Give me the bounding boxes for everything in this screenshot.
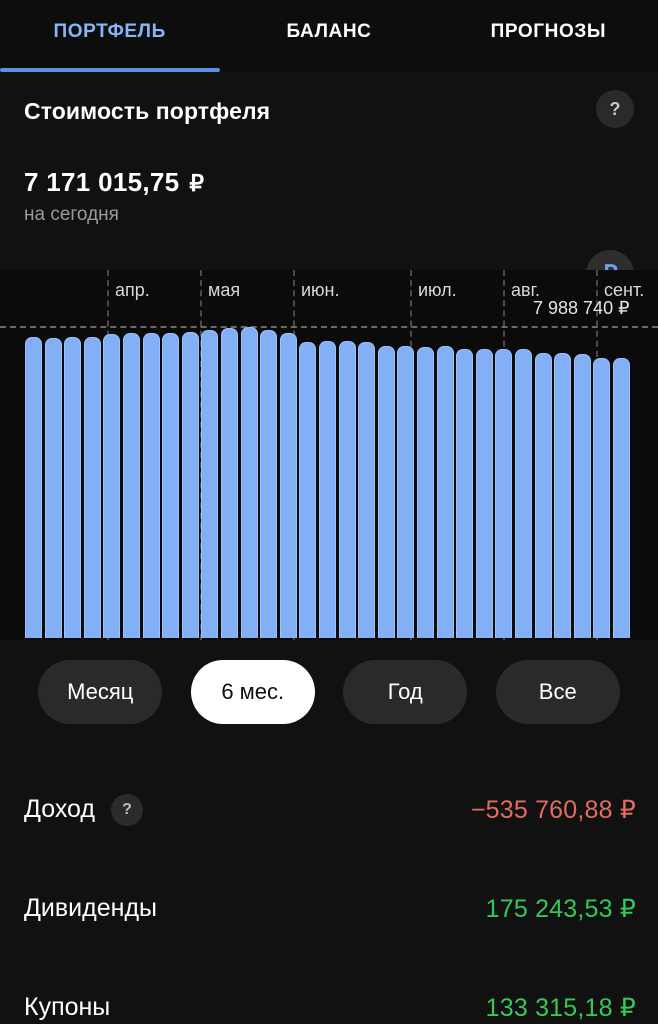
chart-bar [44, 337, 62, 638]
period-selector: Месяц 6 мес. Год Все [0, 660, 658, 724]
chart-bar [515, 348, 532, 638]
period-month-label: Месяц [67, 679, 134, 704]
page-title: Стоимость портфеля [24, 98, 271, 124]
tab-portfolio[interactable]: ПОРТФЕЛЬ [0, 0, 219, 72]
app-screen: ПОРТФЕЛЬ БАЛАНС ПРОГНОЗЫ Стоимость портф… [0, 0, 658, 1024]
portfolio-total: 7 171 015,75 ₽ [24, 167, 634, 198]
portfolio-value-card: Стоимость портфеля ? 7 171 015,75 ₽ на с… [0, 72, 658, 298]
portfolio-total-currency: ₽ [189, 170, 205, 196]
chart-bar [417, 346, 434, 638]
period-6months[interactable]: 6 мес. [190, 660, 315, 724]
chart-bar [181, 331, 199, 638]
tab-balance[interactable]: БАЛАНС [219, 0, 438, 72]
chart-bar [240, 327, 258, 638]
chart-bar [299, 341, 317, 638]
summary-rows: Доход ? −535 760,88 ₽ Дивиденды 175 243,… [0, 760, 658, 1024]
chart-bar [397, 346, 415, 638]
chart-bar [25, 336, 42, 638]
row-label-income: Доход [24, 795, 95, 823]
row-value-coupons: 133 315,18 ₽ [485, 993, 636, 1022]
chart-bar [279, 332, 297, 638]
row-label-dividends: Дивиденды [24, 894, 157, 922]
chart-bar [64, 337, 82, 638]
chart-bar [201, 330, 219, 638]
row-left: Дивиденды [24, 894, 157, 923]
table-row[interactable]: Доход ? −535 760,88 ₽ [0, 760, 658, 859]
chart-bar [221, 328, 238, 638]
period-all[interactable]: Все [495, 660, 620, 724]
row-left: Купоны [24, 993, 110, 1022]
chart-bar [456, 349, 474, 638]
chart-bar [593, 357, 611, 638]
chart-bar [613, 358, 630, 638]
period-month[interactable]: Месяц [38, 660, 163, 724]
tab-portfolio-label: ПОРТФЕЛЬ [53, 21, 166, 42]
tab-forecasts-label: ПРОГНОЗЫ [490, 21, 607, 42]
tab-bar: ПОРТФЕЛЬ БАЛАНС ПРОГНОЗЫ [0, 0, 658, 72]
period-all-label: Все [538, 679, 577, 704]
period-year-label: Год [387, 679, 423, 704]
chart-bar [162, 333, 180, 638]
chart-bar [554, 353, 572, 638]
row-value-income: −535 760,88 ₽ [470, 795, 636, 824]
chart-bar [338, 341, 356, 638]
chart-bar [358, 342, 376, 638]
question-mark-icon[interactable]: ? [596, 90, 634, 128]
chart-bar [436, 345, 454, 638]
chart-bar [142, 333, 160, 638]
question-mark-icon[interactable]: ? [111, 793, 143, 826]
portfolio-chart[interactable]: апр. мая июн. июл. авг. сент. 7 988 740 ₽ [0, 270, 658, 640]
portfolio-total-caption: на сегодня [24, 204, 119, 225]
row-value-dividends: 175 243,53 ₽ [485, 894, 636, 923]
chart-bar [260, 329, 278, 638]
row-left: Доход ? [24, 793, 143, 826]
chart-bars [0, 270, 658, 640]
table-row[interactable]: Купоны 133 315,18 ₽ [0, 958, 658, 1024]
help-glyph: ? [122, 800, 132, 818]
chart-bar [534, 352, 552, 638]
portfolio-total-value: 7 171 015,75 [24, 167, 180, 197]
chart-bar [573, 354, 591, 638]
chart-bar [319, 340, 336, 638]
chart-bar [83, 336, 101, 638]
chart-bar [377, 346, 395, 638]
chart-bar [103, 333, 121, 638]
chart-bar [475, 349, 493, 638]
help-glyph: ? [609, 98, 621, 119]
period-year[interactable]: Год [343, 660, 468, 724]
row-label-coupons: Купоны [24, 993, 111, 1021]
table-row[interactable]: Дивиденды 175 243,53 ₽ [0, 859, 658, 958]
chart-bar [495, 348, 513, 638]
tab-forecasts[interactable]: ПРОГНОЗЫ [439, 0, 658, 72]
chart-bar [123, 333, 140, 638]
period-6months-label: 6 мес. [221, 679, 285, 704]
tab-balance-label: БАЛАНС [286, 21, 372, 42]
